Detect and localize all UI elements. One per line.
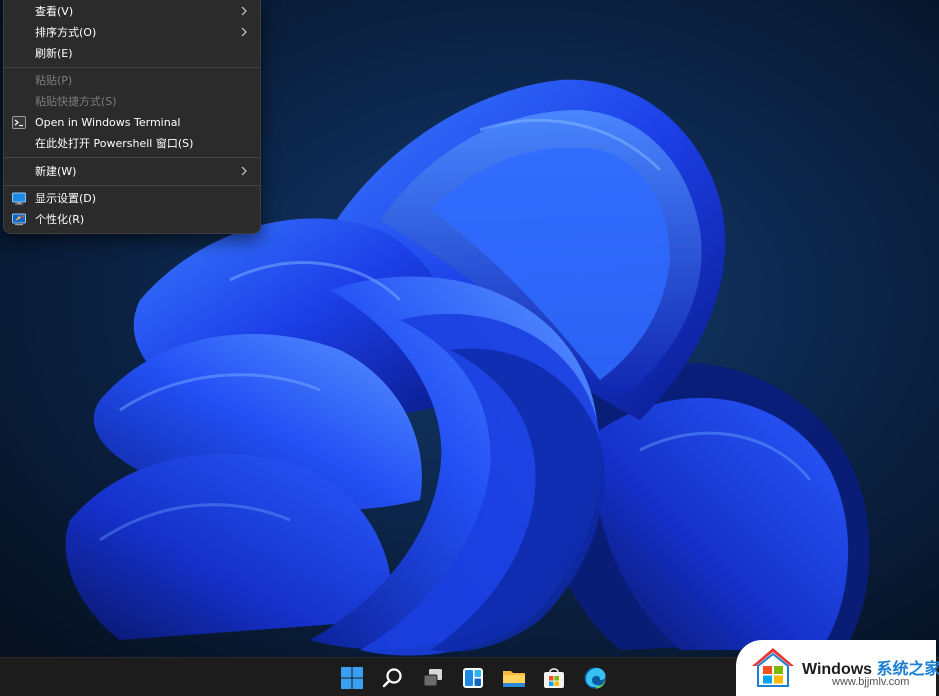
menu-item-new[interactable]: 新建(W) xyxy=(4,161,260,182)
display-settings-icon xyxy=(12,192,26,205)
menu-item-label: 粘贴(P) xyxy=(35,74,73,87)
menu-item-label: 查看(V) xyxy=(35,5,74,18)
menu-separator xyxy=(4,185,260,186)
terminal-icon xyxy=(12,116,26,129)
menu-item-paste-shortcut[interactable]: 粘贴快捷方式(S) xyxy=(4,91,260,112)
widgets-icon[interactable] xyxy=(461,666,485,690)
desktop-context-menu: 查看(V) 排序方式(O) 刷新(E) 粘贴(P) 粘贴快捷方式(S) Open… xyxy=(3,0,261,234)
menu-item-label: 显示设置(D) xyxy=(35,192,97,205)
menu-item-open-powershell[interactable]: 在此处打开 Powershell 窗口(S) xyxy=(4,133,260,154)
search-icon[interactable] xyxy=(381,666,405,690)
menu-item-label: 刷新(E) xyxy=(35,47,73,60)
menu-item-refresh[interactable]: 刷新(E) xyxy=(4,43,260,64)
menu-item-open-terminal[interactable]: Open in Windows Terminal xyxy=(4,112,260,133)
store-icon[interactable] xyxy=(542,666,566,690)
desktop[interactable]: 查看(V) 排序方式(O) 刷新(E) 粘贴(P) 粘贴快捷方式(S) Open… xyxy=(0,0,939,696)
site-watermark: Windows 系统之家 www.bjjmlv.com xyxy=(736,640,939,696)
windows-house-logo xyxy=(752,648,794,687)
menu-item-label: 粘贴快捷方式(S) xyxy=(35,95,117,108)
chevron-right-icon xyxy=(241,27,247,37)
menu-item-label: 新建(W) xyxy=(35,165,77,178)
menu-item-label: 在此处打开 Powershell 窗口(S) xyxy=(35,137,194,150)
menu-separator xyxy=(4,67,260,68)
menu-item-view[interactable]: 查看(V) xyxy=(4,1,260,22)
menu-item-label: Open in Windows Terminal xyxy=(35,116,181,129)
file-explorer-icon[interactable] xyxy=(502,666,526,690)
edge-icon[interactable] xyxy=(583,666,607,690)
task-view-icon[interactable] xyxy=(421,666,445,690)
menu-separator xyxy=(4,157,260,158)
menu-item-paste[interactable]: 粘贴(P) xyxy=(4,70,260,91)
menu-item-display-settings[interactable]: 显示设置(D) xyxy=(4,188,260,209)
menu-item-personalize[interactable]: 个性化(R) xyxy=(4,209,260,230)
menu-item-label: 个性化(R) xyxy=(35,213,85,226)
chevron-right-icon xyxy=(241,166,247,176)
menu-item-sort-by[interactable]: 排序方式(O) xyxy=(4,22,260,43)
start-icon[interactable] xyxy=(340,666,364,690)
personalize-icon xyxy=(12,213,26,226)
chevron-right-icon xyxy=(241,6,247,16)
menu-item-label: 排序方式(O) xyxy=(35,26,97,39)
watermark-url: www.bjjmlv.com xyxy=(832,676,910,688)
